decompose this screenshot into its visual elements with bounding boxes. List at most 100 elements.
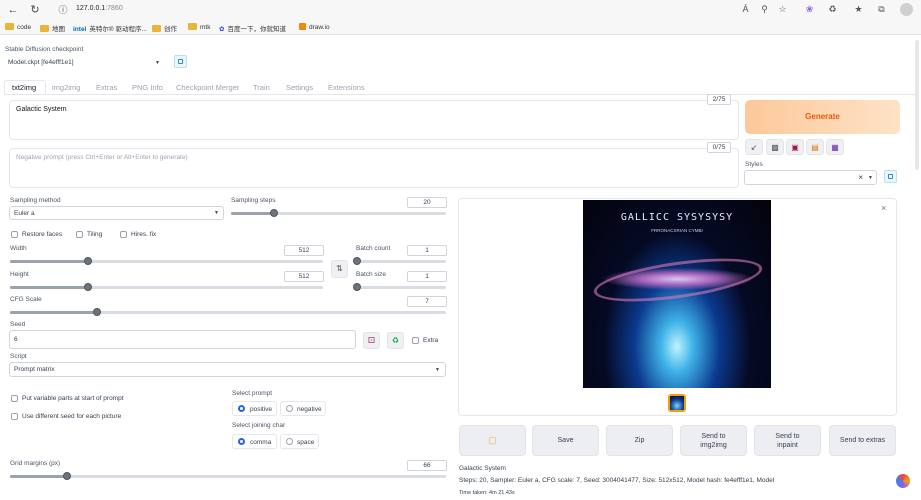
close-icon[interactable]: × — [881, 203, 886, 213]
grid-margins-input[interactable]: 66 — [407, 460, 447, 471]
prompt-textarea[interactable]: Galactic System — [9, 100, 739, 140]
zoom-icon[interactable]: ⚲ — [758, 3, 771, 16]
option-positive[interactable]: positive — [232, 401, 277, 416]
extension-icon[interactable]: ❀ — [803, 3, 816, 16]
open-folder-button[interactable]: ▢ — [459, 425, 526, 456]
tab-extras[interactable]: Extras — [96, 83, 117, 92]
bookmark-code[interactable]: code — [5, 23, 31, 31]
read-params-button[interactable]: ↙ — [745, 139, 763, 155]
grid-margins-slider[interactable] — [10, 472, 446, 480]
slider-thumb[interactable] — [270, 209, 278, 217]
bookmark-drawio[interactable]: draw.io — [299, 23, 330, 31]
send-to-img2img-button[interactable]: Send to img2img — [680, 425, 747, 456]
batch-count-slider[interactable] — [353, 257, 446, 265]
styles-label: Styles — [745, 161, 763, 168]
radio-negative[interactable] — [286, 405, 293, 412]
save-style-button[interactable]: ▦ — [826, 139, 844, 155]
slider-thumb[interactable] — [93, 308, 102, 316]
reuse-seed-button[interactable]: ♻ — [387, 332, 404, 349]
output-params: Steps: 20, Sampler: Euler a, CFG scale: … — [459, 477, 775, 484]
width-input[interactable]: 512 — [284, 245, 324, 256]
address-bar[interactable]: 127.0.0.1:7860 — [76, 5, 123, 12]
negative-prompt-textarea[interactable]: Negative prompt (press Ctrl+Enter or Alt… — [9, 148, 739, 188]
different-seed-checkbox[interactable] — [11, 413, 18, 420]
batch-size-slider[interactable] — [353, 283, 446, 291]
tab-train[interactable]: Train — [253, 83, 270, 92]
folder-icon — [40, 25, 49, 32]
seed-input[interactable]: 6 — [9, 330, 356, 349]
restore-faces-checkbox[interactable] — [11, 231, 18, 238]
tab-settings[interactable]: Settings — [286, 83, 313, 92]
url-port: :7860 — [105, 5, 123, 12]
checkpoint-select[interactable]: Model.ckpt [fe4efff1e1] ▼ — [4, 56, 163, 69]
sampling-method-select[interactable]: Euler a ▼ — [9, 206, 224, 220]
script-select[interactable]: Prompt matrix ▼ — [9, 362, 446, 377]
scrollbar[interactable] — [915, 40, 919, 170]
slider-thumb[interactable] — [353, 257, 361, 265]
batch-size-input[interactable]: 1 — [407, 271, 447, 282]
clear-icon[interactable]: × — [858, 173, 863, 182]
info-icon[interactable]: ⓘ — [56, 3, 70, 17]
favorites-bar-icon[interactable]: ★ — [852, 3, 865, 16]
height-slider[interactable] — [10, 283, 323, 291]
sampling-method-value: Euler a — [14, 209, 35, 217]
seed-label: Seed — [10, 321, 26, 328]
slider-thumb[interactable] — [84, 283, 93, 291]
extensions-icon[interactable]: ♻ — [826, 3, 839, 16]
swap-dimensions-button[interactable]: ⇅ — [331, 260, 348, 278]
read-aloud-icon[interactable]: Á — [739, 3, 752, 16]
tab-checkpoint-merger[interactable]: Checkpoint Merger — [176, 83, 239, 92]
slider-thumb[interactable] — [353, 283, 361, 291]
option-negative[interactable]: negative — [280, 401, 326, 416]
radio-space[interactable] — [286, 438, 293, 445]
bookmark-baidu[interactable]: ✿ 百度一下，你就知道 — [219, 23, 286, 33]
batch-count-input[interactable]: 1 — [407, 245, 447, 256]
apply-style-button[interactable]: ▤ — [806, 139, 824, 155]
cfg-scale-slider[interactable] — [10, 308, 446, 316]
radio-comma[interactable] — [238, 438, 245, 445]
refresh-checkpoint-button[interactable] — [174, 55, 187, 68]
put-variable-parts-checkbox[interactable] — [11, 395, 18, 402]
sampling-steps-slider[interactable] — [231, 209, 446, 217]
image-thumbnail[interactable] — [668, 394, 686, 412]
tab-img2img[interactable]: img2img — [52, 83, 80, 92]
cfg-scale-input[interactable]: 7 — [407, 296, 447, 307]
tab-png-info[interactable]: PNG Info — [132, 83, 163, 92]
back-icon[interactable]: ← — [6, 3, 20, 17]
option-comma[interactable]: comma — [232, 434, 277, 449]
option-space[interactable]: space — [280, 434, 319, 449]
bookmark-mtk[interactable]: mtk — [188, 23, 210, 31]
bookmark-intel[interactable]: intel 英特尔® 驱动程序... — [73, 23, 147, 33]
slider-thumb[interactable] — [84, 257, 93, 265]
width-slider[interactable] — [10, 257, 323, 265]
tiling-checkbox[interactable] — [76, 231, 83, 238]
send-to-extras-button[interactable]: Send to extras — [829, 425, 896, 456]
floating-assistant-icon[interactable] — [896, 474, 910, 488]
random-seed-button[interactable]: ⚀ — [363, 332, 380, 349]
styles-select[interactable]: × ▼ — [744, 170, 877, 185]
extra-networks-button[interactable]: ▣ — [786, 139, 804, 155]
tab-txt2img[interactable]: txt2img — [12, 83, 36, 92]
clear-prompt-button[interactable]: ▩ — [766, 139, 784, 155]
save-button[interactable]: Save — [532, 425, 599, 456]
reload-icon[interactable]: ↻ — [28, 3, 42, 17]
sampling-steps-input[interactable]: 20 — [407, 197, 447, 208]
collections-icon[interactable]: ⧉ — [875, 3, 888, 16]
radio-positive[interactable] — [238, 405, 245, 412]
extra-seed-checkbox[interactable] — [412, 337, 419, 344]
profile-avatar[interactable] — [900, 3, 913, 16]
sampling-steps-label: Sampling steps — [231, 197, 276, 204]
tiling-label: Tiling — [87, 231, 103, 238]
bookmark-create[interactable]: 创作 — [152, 23, 177, 33]
hires-fix-checkbox[interactable] — [120, 231, 127, 238]
slider-thumb[interactable] — [62, 472, 71, 480]
refresh-styles-button[interactable] — [884, 170, 897, 183]
generated-image[interactable]: GALLICC SYSYSYSY FRRONACXRIAN CYMBI — [583, 200, 771, 388]
generate-button[interactable]: Generate — [745, 100, 900, 134]
send-to-inpaint-button[interactable]: Send to inpaint — [754, 425, 821, 456]
bookmark-map[interactable]: 地图 — [40, 23, 65, 33]
favorite-icon[interactable]: ☆ — [776, 3, 789, 16]
tab-extensions[interactable]: Extensions — [328, 83, 365, 92]
zip-button[interactable]: Zip — [606, 425, 673, 456]
height-input[interactable]: 512 — [284, 271, 324, 282]
